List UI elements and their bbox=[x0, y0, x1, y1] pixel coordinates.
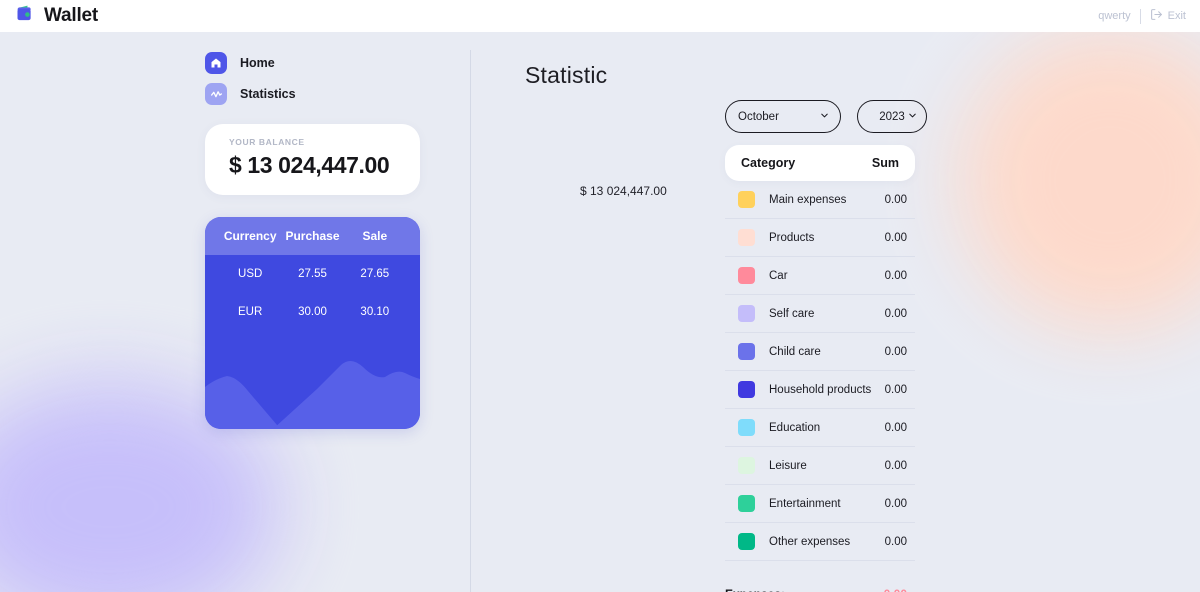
page-title: Statistic bbox=[525, 62, 608, 88]
category-color-swatch bbox=[738, 495, 755, 512]
totals: Expenses:0.00Income:0.00 bbox=[725, 579, 915, 592]
total-label: Expenses: bbox=[725, 587, 785, 592]
category-color-swatch bbox=[738, 533, 755, 550]
column-category: Category bbox=[741, 156, 796, 170]
category-sum: 0.00 bbox=[884, 421, 907, 434]
divider bbox=[1139, 8, 1141, 24]
table-row[interactable]: Products 0.00 bbox=[725, 219, 915, 257]
cell-purchase: 27.55 bbox=[298, 268, 327, 280]
table-row[interactable]: Education 0.00 bbox=[725, 409, 915, 447]
cell-sale: 27.65 bbox=[360, 268, 390, 280]
category-table: Category Sum Main expenses 0.00 Products 0.… bbox=[725, 145, 915, 592]
category-name: Other expenses bbox=[769, 535, 851, 548]
category-sum: 0.00 bbox=[884, 383, 907, 396]
top-bar: Wallet qwerty Exit bbox=[0, 0, 1200, 32]
wave-decoration-icon bbox=[205, 360, 420, 429]
username: qwerty bbox=[1098, 10, 1131, 22]
category-name: Leisure bbox=[769, 459, 807, 472]
category-color-swatch bbox=[738, 267, 755, 284]
category-color-swatch bbox=[738, 191, 755, 208]
category-name: Child care bbox=[769, 345, 821, 358]
table-row[interactable]: Child care 0.00 bbox=[725, 333, 915, 371]
year-value: 2023 bbox=[879, 110, 905, 123]
sidebar-item-label: Home bbox=[240, 56, 275, 70]
wallet-app: Wallet qwerty Exit Home Statistics YOUR … bbox=[0, 0, 1200, 592]
statistic-panel: Statistic $ 13 024,447.00 October 2023 C… bbox=[470, 32, 1200, 592]
chevron-down-icon bbox=[819, 110, 830, 124]
year-select[interactable]: 2023 bbox=[857, 100, 927, 133]
category-table-header: Category Sum bbox=[725, 145, 915, 181]
category-sum: 0.00 bbox=[884, 345, 907, 358]
category-name: Products bbox=[769, 231, 815, 244]
category-color-swatch bbox=[738, 457, 755, 474]
category-color-swatch bbox=[738, 419, 755, 436]
balance-label: YOUR BALANCE bbox=[229, 137, 305, 147]
category-sum: 0.00 bbox=[884, 497, 907, 510]
sidebar-item-label: Statistics bbox=[240, 87, 296, 101]
home-icon bbox=[205, 52, 227, 74]
table-row[interactable]: Entertainment 0.00 bbox=[725, 485, 915, 523]
category-name: Household products bbox=[769, 383, 872, 396]
month-value: October bbox=[738, 110, 779, 123]
category-sum: 0.00 bbox=[884, 193, 907, 206]
category-name: Self care bbox=[769, 307, 815, 320]
main-content: Home Statistics YOUR BALANCE $ 13 024,44… bbox=[0, 32, 1200, 592]
category-sum: 0.00 bbox=[884, 535, 907, 548]
chart-wave-icon bbox=[205, 83, 227, 105]
category-color-swatch bbox=[738, 229, 755, 246]
exit-label: Exit bbox=[1167, 10, 1186, 22]
cell-currency: EUR bbox=[238, 306, 263, 318]
total-row: Expenses: 0.00 bbox=[725, 579, 915, 592]
sidebar: Home Statistics YOUR BALANCE $ 13 024,44… bbox=[205, 52, 420, 429]
wallet-icon bbox=[14, 3, 35, 29]
cell-currency: USD bbox=[238, 268, 263, 280]
category-name: Main expenses bbox=[769, 193, 847, 206]
exit-icon bbox=[1150, 8, 1163, 24]
brand-title: Wallet bbox=[44, 5, 99, 26]
total-value: 0.00 bbox=[884, 587, 907, 592]
currency-card: Currency Purchase Sale USD 27.55 27.65 E… bbox=[205, 217, 420, 429]
table-row[interactable]: Household products 0.00 bbox=[725, 371, 915, 409]
cell-purchase: 30.00 bbox=[298, 306, 327, 318]
balance-card: YOUR BALANCE $ 13 024,447.00 bbox=[205, 124, 420, 195]
table-row[interactable]: Leisure 0.00 bbox=[725, 447, 915, 485]
column-sum: Sum bbox=[871, 156, 899, 170]
column-sale: Sale bbox=[362, 229, 388, 243]
category-sum: 0.00 bbox=[884, 269, 907, 282]
category-sum: 0.00 bbox=[884, 307, 907, 320]
period-filters: October 2023 bbox=[725, 100, 927, 133]
category-color-swatch bbox=[738, 381, 755, 398]
chevron-down-icon bbox=[907, 110, 918, 124]
column-currency: Currency bbox=[223, 229, 277, 243]
table-row: USD 27.55 27.65 bbox=[205, 255, 420, 293]
table-row[interactable]: Car 0.00 bbox=[725, 257, 915, 295]
category-color-swatch bbox=[738, 305, 755, 322]
exit-button[interactable]: Exit bbox=[1150, 8, 1186, 24]
chart-center-label: $ 13 024,447.00 bbox=[580, 184, 667, 198]
table-row[interactable]: Main expenses 0.00 bbox=[725, 181, 915, 219]
category-sum: 0.00 bbox=[884, 231, 907, 244]
category-sum: 0.00 bbox=[884, 459, 907, 472]
balance-value: $ 13 024,447.00 bbox=[229, 152, 390, 178]
category-name: Entertainment bbox=[769, 497, 841, 510]
top-bar-right: qwerty Exit bbox=[1098, 8, 1186, 24]
column-purchase: Purchase bbox=[285, 229, 340, 243]
sidebar-item-home[interactable]: Home bbox=[205, 52, 420, 74]
sidebar-item-statistics[interactable]: Statistics bbox=[205, 83, 420, 105]
table-row[interactable]: Self care 0.00 bbox=[725, 295, 915, 333]
category-name: Car bbox=[769, 269, 788, 282]
brand[interactable]: Wallet bbox=[14, 3, 98, 29]
category-rows: Main expenses 0.00 Products 0.00 Car 0.00 Self… bbox=[725, 181, 915, 561]
category-color-swatch bbox=[738, 343, 755, 360]
category-name: Education bbox=[769, 421, 821, 434]
table-row[interactable]: Other expenses 0.00 bbox=[725, 523, 915, 561]
month-select[interactable]: October bbox=[725, 100, 841, 133]
cell-sale: 30.10 bbox=[360, 306, 390, 318]
currency-table-header: Currency Purchase Sale bbox=[205, 217, 420, 255]
